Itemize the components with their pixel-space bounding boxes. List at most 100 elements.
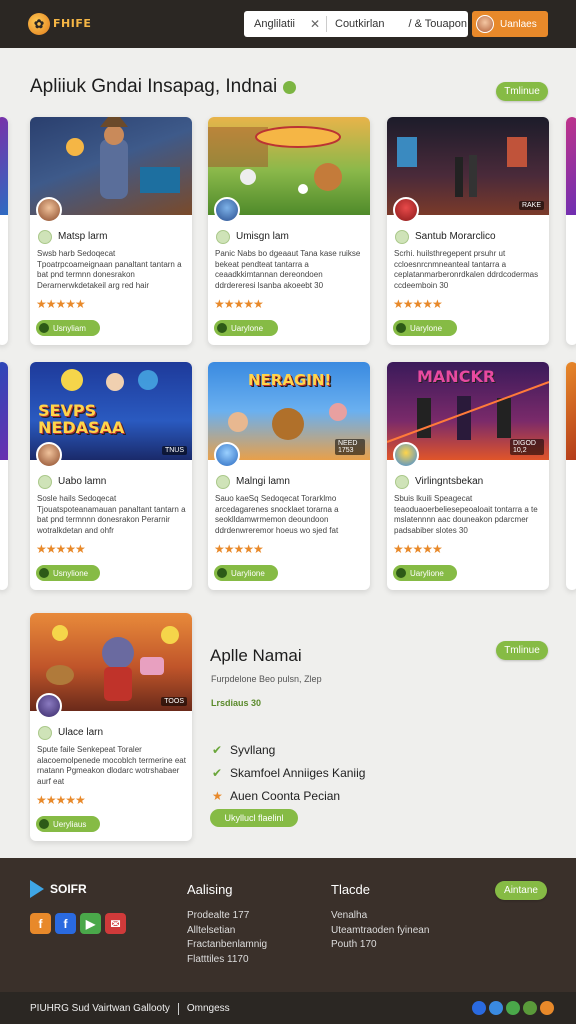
globe-icon[interactable] [540, 1001, 554, 1015]
top-bar: ✿ FHIFE Anglilatii ✕ Coutkirlan / & Toua… [0, 0, 576, 48]
play-button-label: Usnyliam [53, 323, 86, 333]
featured-cta-button[interactable]: Ukyllucl flaelinl [210, 809, 298, 827]
game-name: Matsp larm [58, 231, 108, 242]
edge-card-left[interactable] [0, 117, 8, 345]
copyright-text: PIUHRG Sud Vairtwan Gallooty [30, 1003, 170, 1014]
bottom-link[interactable]: Omngess [187, 1003, 230, 1015]
clear-icon[interactable]: ✕ [310, 17, 324, 31]
game-name: Virlingntsbekan [415, 476, 484, 487]
play-button-label: Uarylone [231, 323, 264, 333]
game-card[interactable]: Matsp larm Swsb harb Sedoqecat Tpoatrpco… [30, 117, 192, 345]
game-tag: NEED 1753 [335, 439, 365, 455]
game-art-title: SEVPS NEDASAA [38, 401, 125, 437]
section-title: Apliiuk Gndai Insapag, Indnai [30, 76, 297, 98]
game-description: Spute faile Senkepeat Toraler alacoemolp… [37, 745, 186, 786]
game-tag: DIGOD 10,2 [510, 439, 544, 455]
mail-icon[interactable]: ✉ [105, 913, 126, 934]
footer-link[interactable]: Uteamtraoden fyinean [331, 924, 429, 939]
game-description: Sauo kaeSq Sedoqecat Torarklmo arcedagar… [215, 494, 339, 535]
featured-feature-list: ✔ Syvllang ✔ Skamfoel Anniiges Kaniig ★ Aue… [212, 738, 365, 807]
play-button[interactable]: Ueryliaus [36, 816, 100, 832]
featured-game-card[interactable]: TOOS Ulace larn Spute faile Senkepeat To… [30, 613, 192, 841]
game-tag: TNUS [161, 446, 187, 455]
game-card[interactable]: Umisgn lam Panic Nabs bo dgeaaut Tana ka… [208, 117, 370, 345]
play-icon [396, 323, 406, 333]
search-location[interactable]: / & Touapon [397, 18, 467, 30]
section-title-text: Apliiuk Gndai Insapag, Indnai [30, 76, 278, 97]
game-art-title: NERAGIN! [248, 371, 332, 389]
game-icon [38, 230, 52, 244]
game-card[interactable]: MANCKR DIGOD 10,2 Virlingntsbekan Sbuis … [387, 362, 549, 590]
footer-column-title: Aalising [187, 882, 233, 897]
edge-card-right-2[interactable] [566, 362, 576, 590]
footer-logo[interactable]: SOIFR [30, 880, 87, 898]
rating-stars: ★★★★★ [393, 542, 443, 556]
update-button-label: Uanlaes [500, 18, 537, 30]
game-icon [395, 230, 409, 244]
update-button[interactable]: Uanlaes [472, 11, 548, 37]
rss-icon[interactable]: f [30, 913, 51, 934]
creator-avatar [214, 442, 240, 468]
play-button-label: Ueryliaus [53, 819, 87, 829]
featured-continue-button[interactable]: Tmlinue [496, 641, 548, 660]
share-icon[interactable] [523, 1001, 537, 1015]
footer-action-button[interactable]: Aintane [495, 881, 547, 900]
feature-label: Auen Coonta Pecian [230, 788, 341, 803]
play-icon [217, 568, 227, 578]
facebook-icon[interactable] [472, 1001, 486, 1015]
game-description: Sbuis lkuili Speagecat teaoduaoerbeliese… [394, 494, 538, 535]
play-button[interactable]: Usnylione [36, 565, 100, 581]
game-icon [395, 475, 409, 489]
play-button-label: Uarylone [410, 323, 443, 333]
rating-stars: ★★★★★ [214, 542, 264, 556]
search-category[interactable]: Coutkirlan [335, 18, 397, 30]
play-button[interactable]: Usnyliam [36, 320, 100, 336]
game-card[interactable]: NERAGIN! NEED 1753 Malngi lamn Sauo kaeS… [208, 362, 370, 590]
edge-card-right[interactable] [566, 117, 576, 345]
play-button-label: Usnylione [53, 568, 89, 578]
facebook-icon[interactable]: f [55, 913, 76, 934]
footer-brand: SOIFR [50, 882, 87, 896]
footer-link[interactable]: Venalha [331, 909, 429, 924]
play-button[interactable]: Uarylone [393, 320, 457, 336]
creator-avatar [36, 197, 62, 223]
edge-card-left-2[interactable] [0, 362, 8, 590]
divider [177, 1003, 179, 1015]
game-icon [38, 726, 52, 740]
footer-link[interactable]: Pouth 170 [331, 938, 429, 953]
game-tag: RAKE [518, 201, 544, 210]
search-bar[interactable]: Anglilatii ✕ Coutkirlan / & Touapon [244, 11, 468, 37]
footer-link[interactable]: Flatttiles 1170 [187, 953, 267, 968]
footer-column-title: Tlacde [331, 882, 371, 897]
footer-column-1: Aalising Prodealte 177 Alltelsetian Frac… [187, 882, 267, 967]
app-logo[interactable]: ✿ FHIFE [28, 11, 96, 37]
whatsapp-icon[interactable] [506, 1001, 520, 1015]
play-store-icon [30, 880, 44, 898]
logo-icon: ✿ [28, 13, 50, 35]
search-input[interactable]: Anglilatii [244, 18, 310, 30]
feature-item: ✔ Syvllang [212, 738, 365, 761]
play-button[interactable]: Uarylione [393, 565, 457, 581]
play-icon[interactable]: ▶ [80, 913, 101, 934]
game-card[interactable]: SEVPS NEDASAA TNUS Uabo lamn Sosle hails… [30, 362, 192, 590]
rating-stars: ★★★★★ [36, 542, 86, 556]
checkmark-icon: ✔ [212, 765, 223, 780]
play-button[interactable]: Uarylone [214, 320, 278, 336]
section-continue-button[interactable]: Tmlinue [496, 82, 548, 101]
footer-link[interactable]: Fractanbenlamnig [187, 938, 267, 953]
game-tag: TOOS [161, 697, 187, 706]
twitter-icon[interactable] [489, 1001, 503, 1015]
game-description: Scrhi. huilsthregepent prsuhr ut ccloesn… [394, 249, 539, 290]
footer-link[interactable]: Alltelsetian [187, 924, 267, 939]
rating-stars: ★★★★★ [36, 793, 86, 807]
game-name: Malngi lamn [236, 476, 290, 487]
star-icon: ★ [212, 788, 223, 803]
bottom-social-icons [472, 1001, 554, 1015]
footer-link[interactable]: Prodealte 177 [187, 909, 267, 924]
play-button[interactable]: Uarylione [214, 565, 278, 581]
game-name: Santub Morarclico [415, 231, 496, 242]
game-card[interactable]: RAKE Santub Morarclico Scrhi. huilsthreg… [387, 117, 549, 345]
play-icon [39, 568, 49, 578]
play-button-label: Uarylione [410, 568, 444, 578]
featured-title: Aplle Namai [210, 646, 302, 665]
